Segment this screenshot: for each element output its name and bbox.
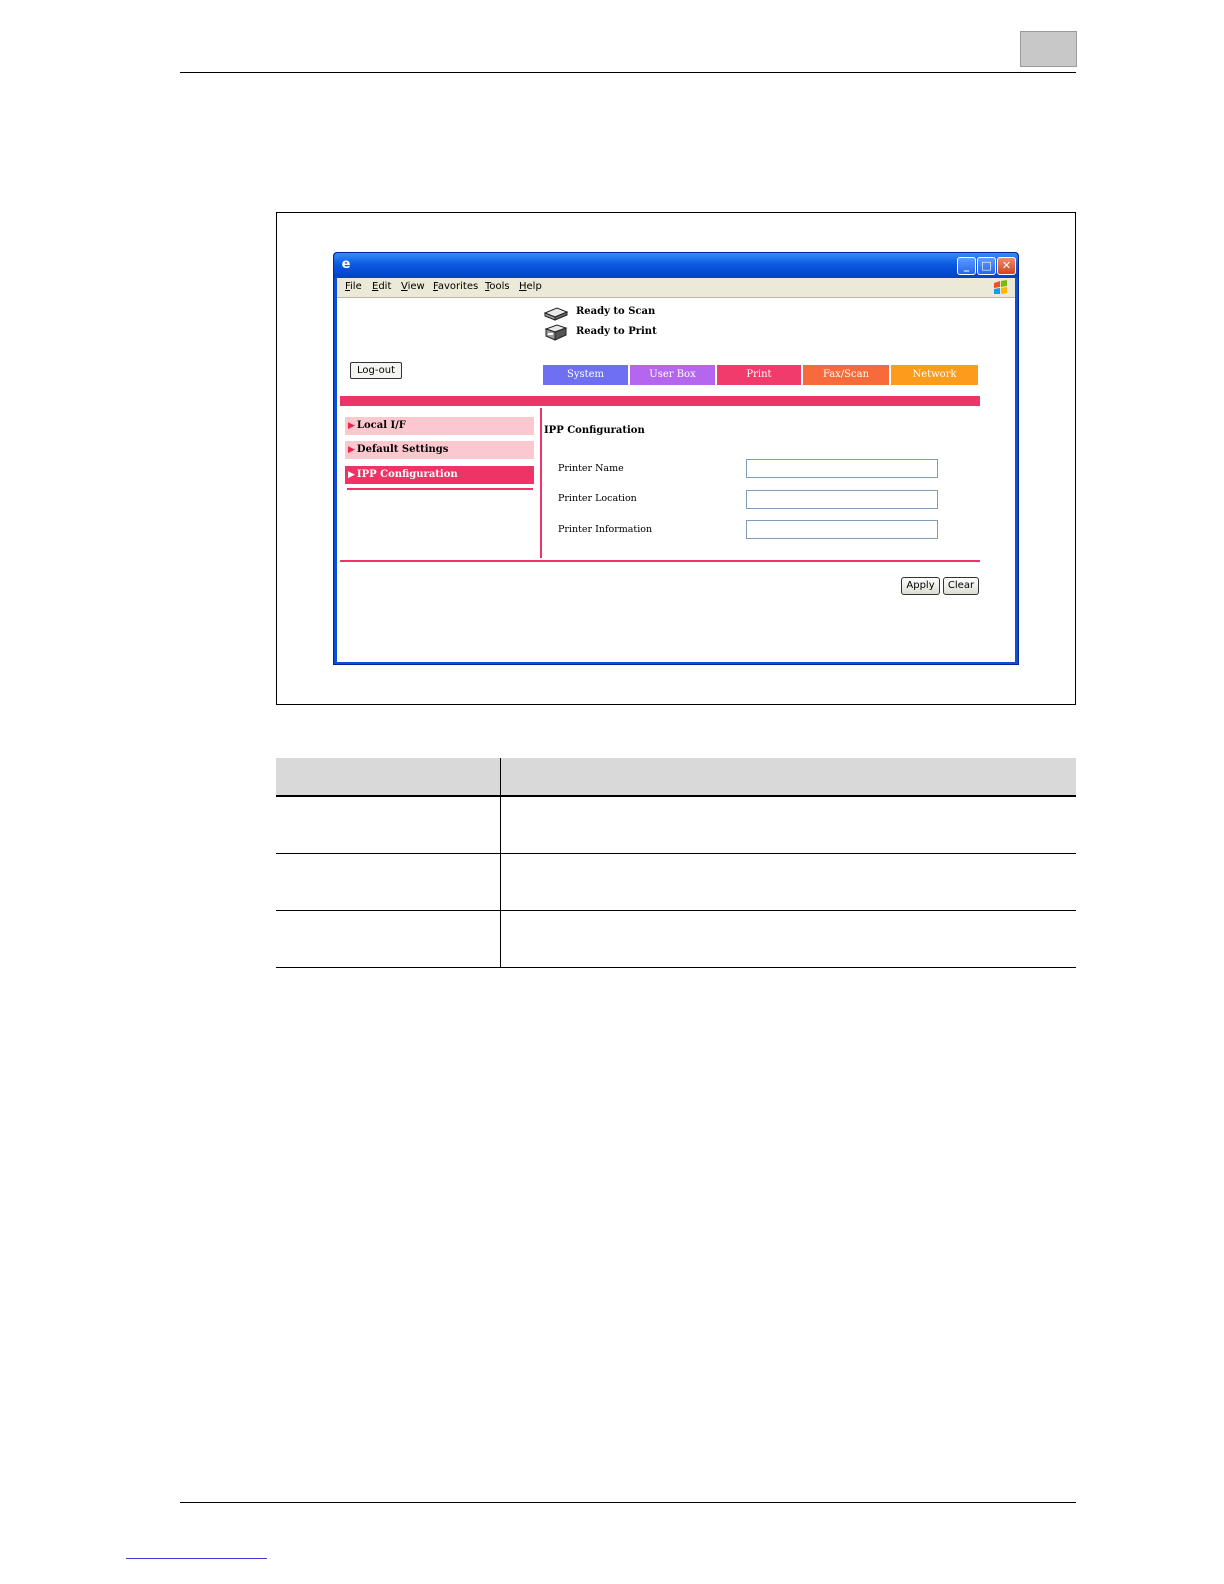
tab-fax-scan[interactable]: Fax/Scan	[803, 365, 889, 385]
sidebar-underline	[347, 488, 533, 490]
settings-table	[276, 758, 1076, 968]
menu-favorites[interactable]: Favorites	[433, 281, 478, 292]
scanner-icon	[543, 307, 569, 321]
windows-flag-icon	[994, 280, 1007, 294]
menu-help[interactable]: Help	[519, 281, 542, 292]
section-title: IPP Configuration	[544, 425, 645, 436]
menu-bar: File Edit View Favorites Tools Help	[337, 278, 1015, 298]
tab-network[interactable]: Network	[891, 365, 978, 385]
menu-file[interactable]: File	[345, 281, 362, 292]
logout-button[interactable]: Log-out	[350, 362, 402, 379]
vertical-divider	[540, 408, 542, 558]
printer-location-input[interactable]	[746, 490, 938, 509]
table-row	[276, 910, 1076, 968]
horizontal-divider	[340, 560, 980, 562]
table-cell	[500, 910, 1076, 968]
printer-name-label: Printer Name	[558, 463, 624, 474]
menu-edit[interactable]: Edit	[372, 281, 391, 292]
triangle-right-icon: ▶	[348, 445, 355, 455]
table-cell	[500, 853, 1076, 911]
triangle-right-icon: ▶	[348, 470, 355, 480]
maximize-button[interactable]: □	[977, 257, 996, 275]
tab-system[interactable]: System	[543, 365, 628, 385]
sidebar-item-label: IPP Configuration	[356, 469, 458, 480]
web-page-content: Ready to Scan Ready to Print Log-out Sys…	[337, 298, 1015, 662]
status-print-text: Ready to Print	[576, 326, 657, 337]
ie-page-icon: e	[341, 257, 351, 272]
chapter-tab	[1020, 31, 1077, 67]
apply-button[interactable]: Apply	[901, 577, 940, 595]
table-row	[276, 853, 1076, 911]
table-header-cell	[276, 758, 501, 797]
table-cell	[500, 796, 1076, 854]
title-bar[interactable]: e _ □ ✕	[334, 253, 1018, 278]
browser-window: e _ □ ✕ File Edit View Favorites Tools H…	[333, 252, 1019, 665]
triangle-right-icon: ▶	[348, 421, 355, 431]
table-row	[276, 796, 1076, 854]
sidebar-item-ipp-configuration[interactable]: ▶ IPP Configuration	[345, 466, 534, 484]
minimize-button[interactable]: _	[957, 257, 976, 275]
printer-location-label: Printer Location	[558, 493, 637, 504]
table-header-cell	[500, 758, 1076, 797]
header-rule	[180, 72, 1076, 73]
printer-information-label: Printer Information	[558, 524, 653, 535]
sidebar-item-default-settings[interactable]: ▶ Default Settings	[345, 441, 534, 459]
tab-print[interactable]: Print	[717, 365, 801, 385]
table-cell	[276, 796, 501, 854]
footer-rule	[180, 1502, 1076, 1503]
menu-view[interactable]: View	[401, 281, 425, 292]
clear-button[interactable]: Clear	[943, 577, 979, 595]
status-scan-text: Ready to Scan	[576, 306, 656, 317]
sidebar-item-label: Local I/F	[356, 420, 406, 431]
table-cell	[276, 910, 501, 968]
menu-tools[interactable]: Tools	[485, 281, 510, 292]
footer-link-underline	[126, 1558, 267, 1559]
close-button[interactable]: ✕	[997, 257, 1016, 275]
table-header-row	[276, 758, 1076, 797]
table-cell	[276, 853, 501, 911]
tab-user-box[interactable]: User Box	[630, 365, 715, 385]
printer-name-input[interactable]	[746, 459, 938, 478]
sidebar-item-local-if[interactable]: ▶ Local I/F	[345, 417, 534, 435]
printer-information-input[interactable]	[746, 520, 938, 539]
accent-bar	[340, 396, 980, 406]
sidebar-item-label: Default Settings	[356, 444, 449, 455]
printer-icon	[544, 324, 568, 341]
